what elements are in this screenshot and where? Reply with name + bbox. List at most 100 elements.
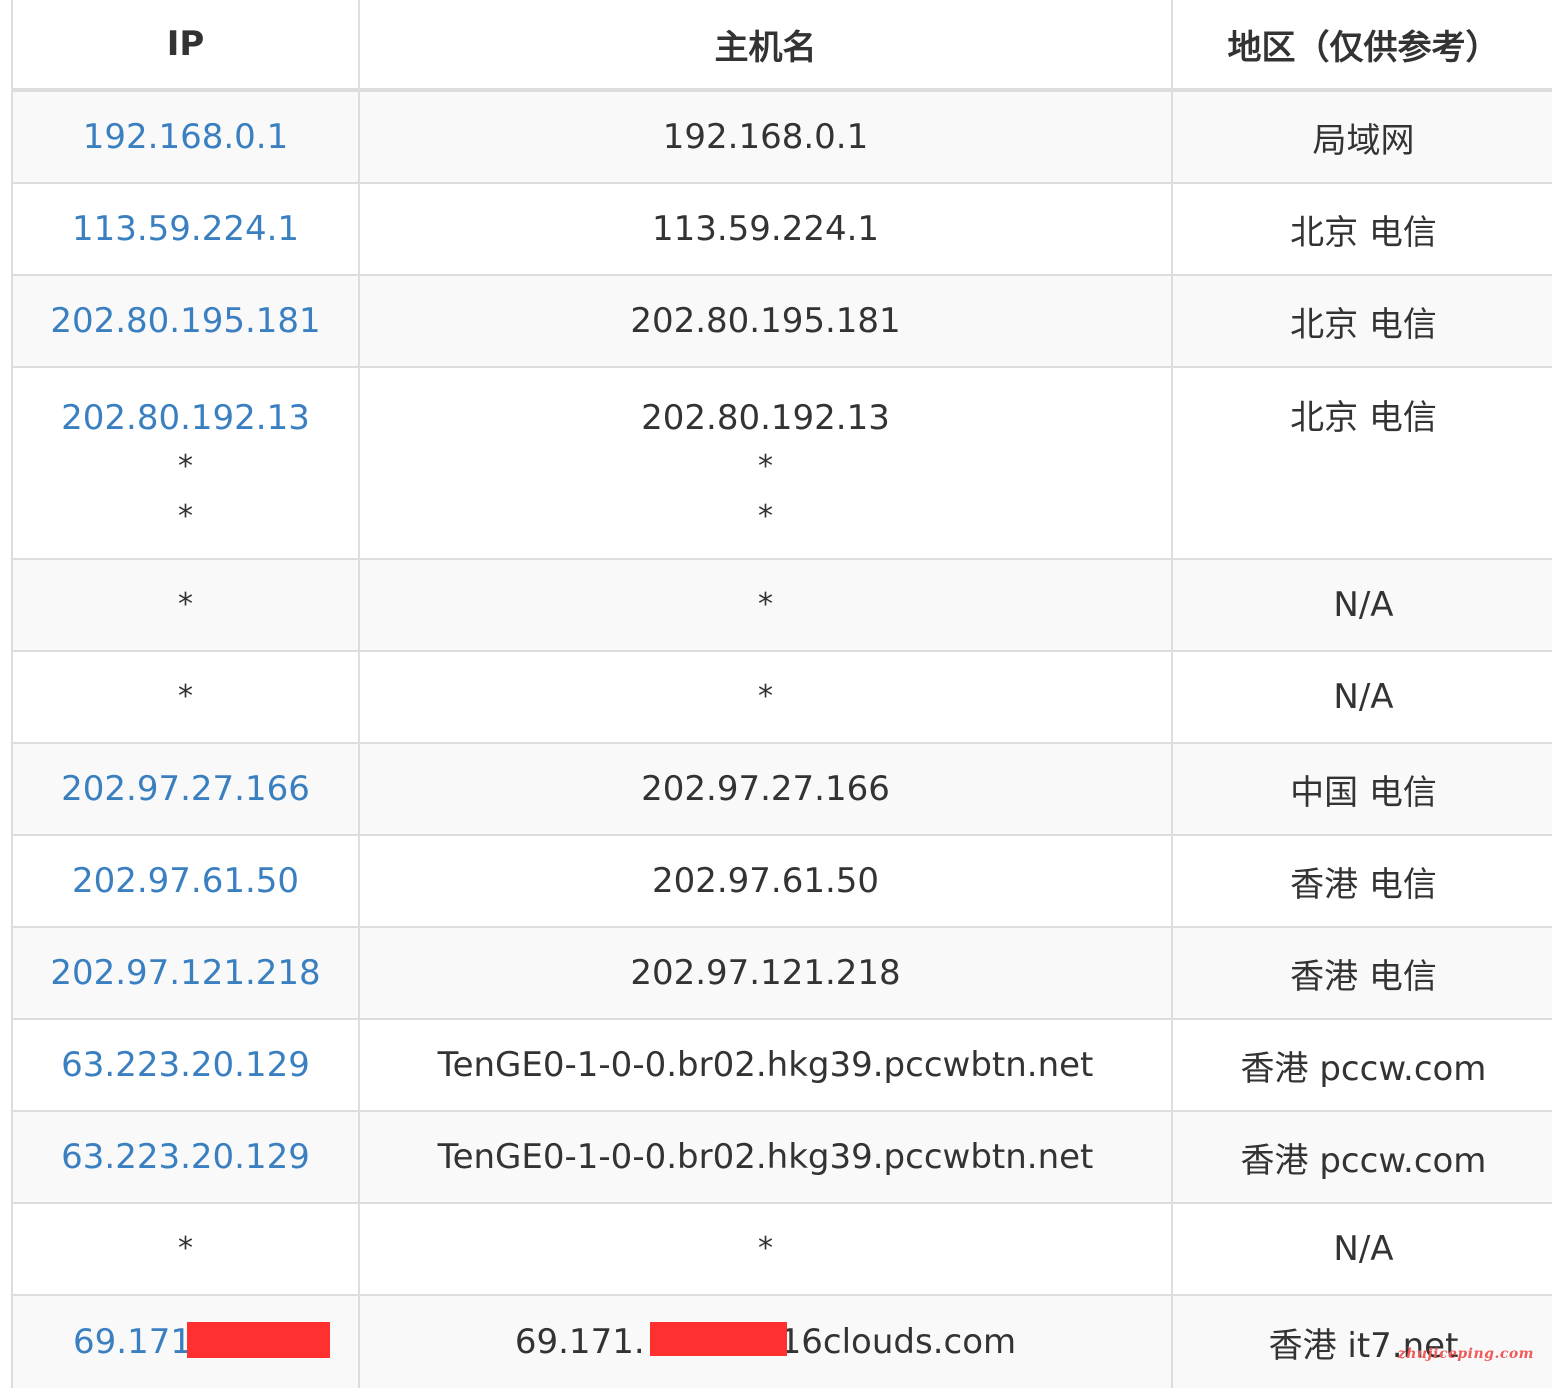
region-text: N/A	[1333, 677, 1394, 717]
region-text: 香港 pccw.com	[1240, 1048, 1487, 1089]
region-cell: 北京 电信	[1173, 368, 1552, 558]
table-row: * * N/A	[13, 652, 1552, 744]
timeout-marker: *	[178, 679, 193, 714]
ip-link[interactable]: 63.223.20.129	[61, 1137, 310, 1177]
table-row: 202.97.121.218 202.97.121.218 香港 电信	[13, 928, 1552, 1020]
ip-cell: *	[13, 1204, 360, 1294]
region-cell: 香港 pccw.com	[1173, 1020, 1552, 1110]
watermark: zhujiceping.com	[1397, 1346, 1534, 1362]
region-cell: 香港 pccw.com	[1173, 1112, 1552, 1202]
ip-link[interactable]: 202.97.27.166	[61, 769, 310, 809]
traceroute-table: IP 主机名 地区（仅供参考） 192.168.0.1 192.168.0.1 …	[11, 0, 1552, 1388]
timeout-marker: *	[758, 449, 773, 484]
ip-link[interactable]: 113.59.224.1	[72, 209, 299, 249]
table-row: 63.223.20.129 TenGE0-1-0-0.br02.hkg39.pc…	[13, 1020, 1552, 1112]
header-hostname: 主机名	[360, 0, 1173, 88]
hostname-text: 69.171.	[514, 1322, 645, 1362]
hostname-cell: 113.59.224.1	[360, 184, 1173, 274]
ip-link[interactable]: 202.97.61.50	[72, 861, 299, 901]
region-text: 香港 电信	[1290, 864, 1437, 905]
region-cell: 中国 电信	[1173, 744, 1552, 834]
hostname-cell: 69.171. 16clouds.com	[360, 1296, 1173, 1388]
region-text: 北京 电信	[1290, 212, 1437, 253]
timeout-marker: *	[178, 449, 193, 484]
timeout-marker: *	[178, 1231, 193, 1266]
region-text: N/A	[1333, 1229, 1394, 1269]
table-row: 63.223.20.129 TenGE0-1-0-0.br02.hkg39.pc…	[13, 1112, 1552, 1204]
ip-cell: 69.171.	[13, 1296, 360, 1388]
ip-cell: 63.223.20.129	[13, 1112, 360, 1202]
header-region: 地区（仅供参考）	[1173, 0, 1552, 88]
timeout-marker: *	[178, 587, 193, 622]
hostname-cell: *	[360, 1204, 1173, 1294]
ip-cell: 202.97.61.50	[13, 836, 360, 926]
region-cell: N/A	[1173, 560, 1552, 650]
hostname-text: 202.97.27.166	[641, 769, 890, 809]
hostname-text: TenGE0-1-0-0.br02.hkg39.pccwbtn.net	[437, 1045, 1094, 1085]
ip-cell: *	[13, 652, 360, 742]
table-header-row: IP 主机名 地区（仅供参考）	[13, 0, 1552, 92]
hostname-text: 202.97.121.218	[630, 953, 901, 993]
hostname-cell: 192.168.0.1	[360, 92, 1173, 182]
region-cell: N/A	[1173, 652, 1552, 742]
region-text: 局域网	[1312, 120, 1415, 161]
hostname-cell: 202.80.195.181	[360, 276, 1173, 366]
ip-cell: 202.80.195.181	[13, 276, 360, 366]
ip-cell: 202.97.27.166	[13, 744, 360, 834]
timeout-marker: *	[178, 499, 193, 534]
timeout-marker: *	[758, 499, 773, 534]
ip-link[interactable]: 202.80.195.181	[50, 301, 320, 341]
region-text: 中国 电信	[1290, 772, 1437, 813]
ip-cell: *	[13, 560, 360, 650]
table-row: 69.171. 69.171. 16clouds.com 香港 it7.net …	[13, 1296, 1552, 1388]
redaction-block	[187, 1322, 330, 1358]
ip-cell: 192.168.0.1	[13, 92, 360, 182]
region-text: 北京 电信	[1290, 398, 1437, 438]
redaction-block	[650, 1322, 787, 1356]
region-cell: 北京 电信	[1173, 276, 1552, 366]
ip-link[interactable]: 69.171.	[73, 1322, 203, 1362]
hostname-cell: TenGE0-1-0-0.br02.hkg39.pccwbtn.net	[360, 1020, 1173, 1110]
table-row: 202.80.195.181 202.80.195.181 北京 电信	[13, 276, 1552, 368]
hostname-text: 202.97.61.50	[651, 861, 880, 901]
ip-cell: 113.59.224.1	[13, 184, 360, 274]
ip-cell: 202.97.121.218	[13, 928, 360, 1018]
timeout-marker: *	[758, 679, 773, 714]
table-row: 192.168.0.1 192.168.0.1 局域网	[13, 92, 1552, 184]
header-hostname-label: 主机名	[714, 27, 817, 68]
region-cell: 香港 电信	[1173, 836, 1552, 926]
hostname-cell: 202.80.192.13 * *	[360, 368, 1173, 558]
table-row: 202.97.27.166 202.97.27.166 中国 电信	[13, 744, 1552, 836]
table-row: * * N/A	[13, 1204, 1552, 1296]
hostname-text: 113.59.224.1	[651, 209, 880, 249]
table-row: 202.80.192.13 * * 202.80.192.13 * * 北京 电…	[13, 368, 1552, 560]
ip-cell: 63.223.20.129	[13, 1020, 360, 1110]
ip-link[interactable]: 202.80.192.13	[61, 394, 310, 442]
region-text: 北京 电信	[1290, 304, 1437, 345]
hostname-cell: *	[360, 652, 1173, 742]
header-ip-label: IP	[166, 24, 205, 64]
ip-cell: 202.80.192.13 * *	[13, 368, 360, 558]
region-text: 香港 pccw.com	[1240, 1140, 1487, 1181]
ip-link[interactable]: 202.97.121.218	[50, 953, 320, 993]
table-row: 202.97.61.50 202.97.61.50 香港 电信	[13, 836, 1552, 928]
ip-link[interactable]: 63.223.20.129	[61, 1045, 310, 1085]
ip-link[interactable]: 192.168.0.1	[83, 117, 288, 157]
timeout-marker: *	[758, 1231, 773, 1266]
hostname-text: 192.168.0.1	[662, 117, 869, 157]
region-cell: 北京 电信	[1173, 184, 1552, 274]
region-cell: 香港 电信	[1173, 928, 1552, 1018]
header-region-label: 地区（仅供参考）	[1227, 27, 1500, 68]
table-row: 113.59.224.1 113.59.224.1 北京 电信	[13, 184, 1552, 276]
hostname-text: 202.80.192.13	[641, 398, 890, 438]
hostname-text: 202.80.195.181	[630, 301, 901, 341]
hostname-cell: 202.97.121.218	[360, 928, 1173, 1018]
hostname-text: TenGE0-1-0-0.br02.hkg39.pccwbtn.net	[437, 1137, 1094, 1177]
hostname-cell: 202.97.27.166	[360, 744, 1173, 834]
region-cell: 局域网	[1173, 92, 1552, 182]
table-row: * * N/A	[13, 560, 1552, 652]
hostname-cell: *	[360, 560, 1173, 650]
region-cell: 香港 it7.net zhujiceping.com	[1173, 1296, 1552, 1388]
region-cell: N/A	[1173, 1204, 1552, 1294]
timeout-marker: *	[758, 587, 773, 622]
